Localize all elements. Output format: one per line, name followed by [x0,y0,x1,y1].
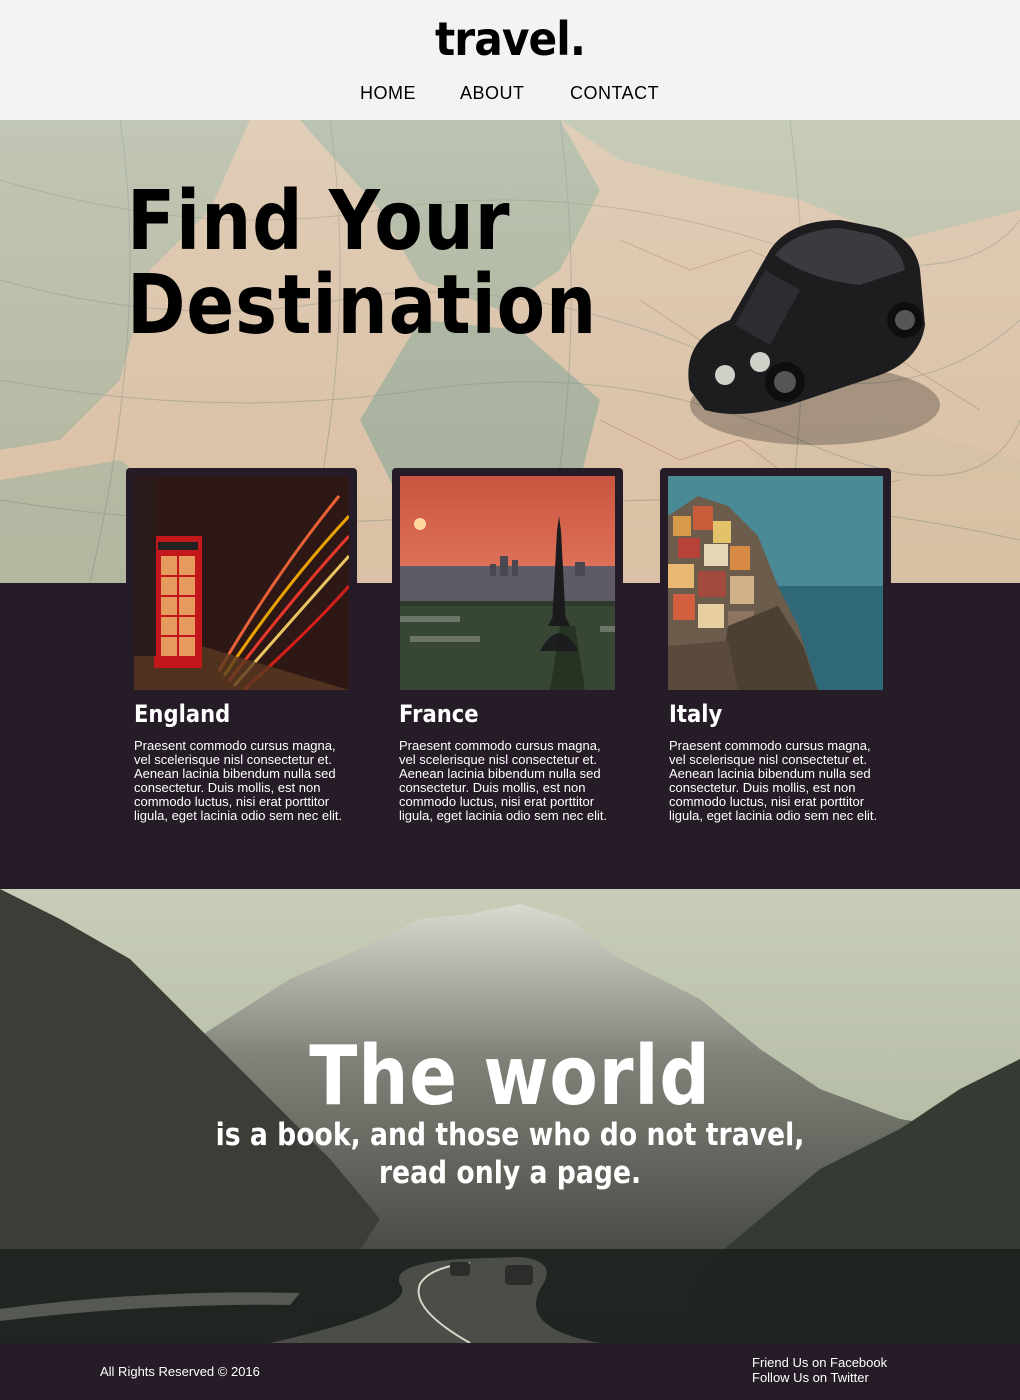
nav-about-link[interactable]: ABOUT [460,83,525,104]
site-footer: All Rights Reserved © 2016 Friend Us on … [0,1343,1020,1400]
quote-line-2: read only a page. [378,1155,642,1191]
destination-card-france[interactable] [392,468,623,698]
quote-line-1: is a book, and those who do not travel, [215,1117,805,1153]
social-links: Friend Us on Facebook Follow Us on Twitt… [752,1355,887,1385]
italy-photo [668,476,883,690]
site-header: travel. HOME ABOUT CONTACT [0,0,1020,120]
france-photo [400,476,615,690]
quote-headline: The world [309,1029,711,1124]
quote-section: The world is a book, and those who do no… [0,889,1020,1343]
site-logo[interactable]: travel. [41,12,979,66]
facebook-link[interactable]: Friend Us on Facebook [752,1355,887,1370]
nav-contact-link[interactable]: CONTACT [570,83,659,104]
destination-title-france: France [399,700,479,728]
england-photo [134,476,349,690]
destination-title-england: England [134,700,231,728]
hero-title: Find Your Destination [127,180,597,348]
destination-text-france: Praesent commodo cursus magna, vel scele… [399,738,608,823]
destination-card-italy[interactable] [660,468,891,698]
copyright-text: All Rights Reserved © 2016 [100,1364,260,1379]
destination-text-italy: Praesent commodo cursus magna, vel scele… [669,738,878,823]
destination-text-england: Praesent commodo cursus magna, vel scele… [134,738,343,823]
destination-card-england[interactable] [126,468,357,698]
twitter-link[interactable]: Follow Us on Twitter [752,1370,887,1385]
hero-title-line2: Destination [127,258,598,353]
hero-title-line1: Find Your [127,174,511,269]
main-nav: HOME ABOUT CONTACT [0,83,1020,107]
nav-home-link[interactable]: HOME [360,83,416,104]
destination-title-italy: Italy [669,700,723,728]
